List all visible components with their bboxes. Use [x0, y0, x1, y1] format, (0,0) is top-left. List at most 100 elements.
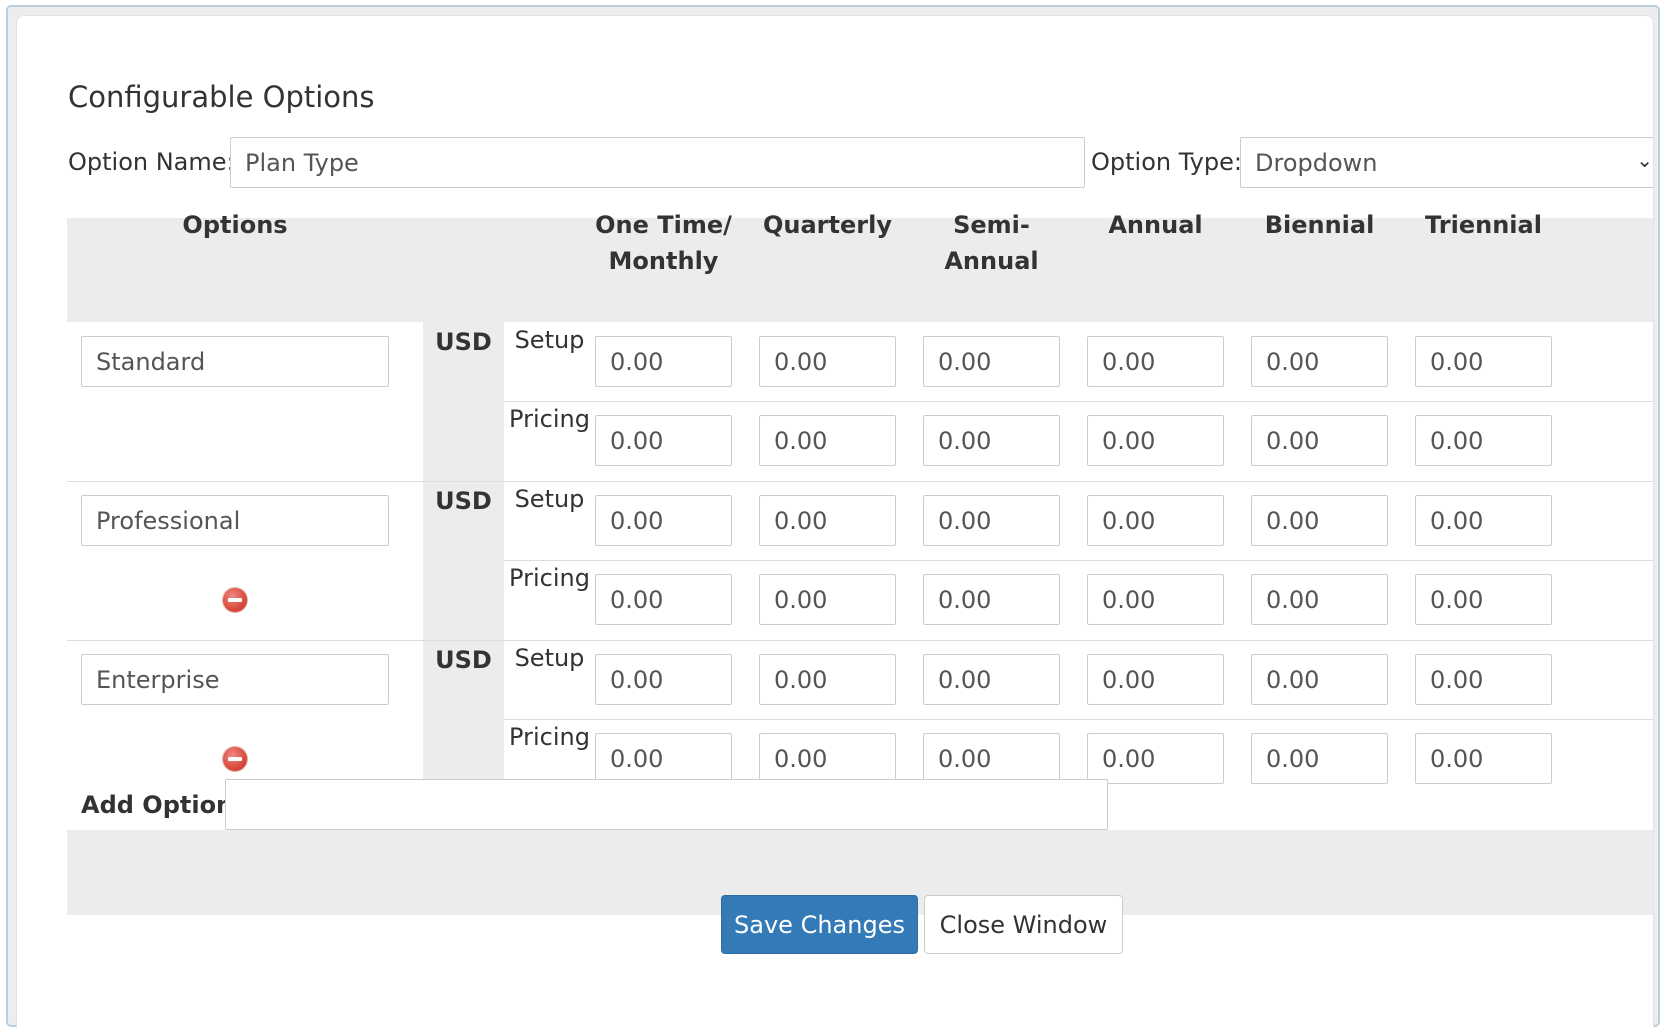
setup-price-input[interactable]: 0.00	[1251, 495, 1388, 546]
pricing-price-input[interactable]: 0.00	[759, 733, 896, 784]
setup-price-value: 0.00	[1102, 347, 1156, 376]
setup-price-input[interactable]: 0.00	[759, 336, 896, 387]
pricing-price-input[interactable]: 0.00	[595, 574, 732, 625]
pricing-price-value: 0.00	[610, 426, 664, 455]
setup-price-value: 0.00	[774, 506, 828, 535]
pricing-price-input[interactable]: 0.00	[1415, 415, 1552, 466]
setup-price-input[interactable]: 0.00	[595, 336, 732, 387]
setup-price-input[interactable]: 0.00	[923, 336, 1060, 387]
setup-price-input[interactable]: 0.00	[923, 654, 1060, 705]
setup-price-input[interactable]: 0.00	[1251, 336, 1388, 387]
currency-label: USD	[435, 646, 492, 674]
close-window-button[interactable]: Close Window	[924, 895, 1123, 954]
pricing-price-value: 0.00	[610, 585, 664, 614]
pricing-price-value: 0.00	[1102, 744, 1156, 773]
pricing-price-value: 0.00	[1430, 585, 1484, 614]
pricing-price-input[interactable]: 0.00	[759, 574, 896, 625]
setup-price-input[interactable]: 0.00	[1087, 495, 1224, 546]
setup-price-input[interactable]: 0.00	[1251, 654, 1388, 705]
setup-price-input[interactable]: 0.00	[595, 654, 732, 705]
setup-price-input[interactable]: 0.00	[923, 495, 1060, 546]
header-cycle-line: Triennial	[1425, 211, 1542, 239]
pricing-price-input[interactable]: 0.00	[1415, 574, 1552, 625]
currency-label: USD	[435, 328, 492, 356]
setup-price-value: 0.00	[1102, 665, 1156, 694]
sub-row-divider	[504, 560, 1653, 561]
setup-price-value: 0.00	[1102, 506, 1156, 535]
setup-price-value: 0.00	[1430, 506, 1484, 535]
pricing-price-input[interactable]: 0.00	[1415, 733, 1552, 784]
setup-price-input[interactable]: 0.00	[1087, 336, 1224, 387]
header-cycle-1: Quarterly	[745, 207, 910, 243]
header-cycle-0: One Time/Monthly	[581, 207, 746, 279]
setup-price-value: 0.00	[1266, 665, 1320, 694]
pricing-price-input[interactable]: 0.00	[595, 733, 732, 784]
pricing-price-input[interactable]: 0.00	[1087, 574, 1224, 625]
setup-price-value: 0.00	[938, 347, 992, 376]
option-name-text: Professional	[96, 506, 241, 535]
pricing-price-value: 0.00	[1102, 426, 1156, 455]
header-cycle-2: Semi- Annual	[909, 207, 1074, 279]
header-cycle-line: One Time/	[595, 211, 732, 239]
pricing-price-input[interactable]: 0.00	[923, 574, 1060, 625]
option-name-input[interactable]: Standard	[81, 336, 389, 387]
setup-price-input[interactable]: 0.00	[1415, 495, 1552, 546]
add-option-input[interactable]	[225, 779, 1108, 830]
pricing-price-input[interactable]: 0.00	[1087, 415, 1224, 466]
pricing-price-value: 0.00	[1430, 426, 1484, 455]
pricing-label: Pricing	[509, 405, 590, 433]
pricing-price-value: 0.00	[1430, 744, 1484, 773]
row-divider	[67, 481, 1653, 482]
sub-row-divider	[504, 719, 1653, 720]
setup-price-value: 0.00	[610, 347, 664, 376]
remove-icon[interactable]	[223, 747, 247, 771]
header-cycle-line: Quarterly	[763, 211, 892, 239]
pricing-label: Pricing	[509, 564, 590, 592]
pricing-price-value: 0.00	[774, 744, 828, 773]
remove-icon[interactable]	[223, 588, 247, 612]
option-name-label: Option Name:	[68, 148, 235, 176]
setup-price-input[interactable]: 0.00	[759, 495, 896, 546]
option-type-select[interactable]: Dropdown ⌄	[1240, 137, 1653, 188]
pricing-price-input[interactable]: 0.00	[1251, 574, 1388, 625]
option-name-value: Plan Type	[245, 148, 359, 177]
pricing-price-value: 0.00	[938, 426, 992, 455]
option-name-input[interactable]: Enterprise	[81, 654, 389, 705]
pricing-price-input[interactable]: 0.00	[595, 415, 732, 466]
setup-price-value: 0.00	[938, 506, 992, 535]
setup-price-input[interactable]: 0.00	[1087, 654, 1224, 705]
option-name-field[interactable]: Plan Type	[230, 137, 1085, 188]
setup-price-input[interactable]: 0.00	[1415, 654, 1552, 705]
setup-price-value: 0.00	[1430, 347, 1484, 376]
setup-price-value: 0.00	[1430, 665, 1484, 694]
pricing-price-input[interactable]: 0.00	[1251, 733, 1388, 784]
header-cycle-4: Biennial	[1237, 207, 1402, 243]
currency-label: USD	[435, 487, 492, 515]
setup-price-value: 0.00	[1266, 347, 1320, 376]
option-name-input[interactable]: Professional	[81, 495, 389, 546]
pricing-price-input[interactable]: 0.00	[923, 733, 1060, 784]
pricing-price-value: 0.00	[938, 585, 992, 614]
setup-price-value: 0.00	[610, 665, 664, 694]
pricing-price-input[interactable]: 0.00	[923, 415, 1060, 466]
pricing-price-input[interactable]: 0.00	[1251, 415, 1388, 466]
setup-price-input[interactable]: 0.00	[1415, 336, 1552, 387]
setup-label: Setup	[514, 644, 585, 672]
configurable-options-panel: Configurable Options Option Name: Plan T…	[16, 15, 1654, 1028]
save-changes-button[interactable]: Save Changes	[721, 895, 918, 954]
header-options: Options	[182, 211, 288, 239]
setup-price-input[interactable]: 0.00	[595, 495, 732, 546]
option-name-text: Enterprise	[96, 665, 220, 694]
pricing-price-input[interactable]: 0.00	[759, 415, 896, 466]
pricing-price-value: 0.00	[774, 426, 828, 455]
page-title: Configurable Options	[68, 80, 375, 114]
add-option-label: Add Option:	[81, 791, 243, 819]
pricing-label: Pricing	[509, 723, 590, 751]
pricing-price-input[interactable]: 0.00	[1087, 733, 1224, 784]
setup-price-input[interactable]: 0.00	[759, 654, 896, 705]
setup-label: Setup	[514, 326, 585, 354]
setup-label: Setup	[514, 485, 585, 513]
sub-row-divider	[504, 401, 1653, 402]
currency-column	[423, 322, 504, 830]
pricing-price-value: 0.00	[774, 585, 828, 614]
